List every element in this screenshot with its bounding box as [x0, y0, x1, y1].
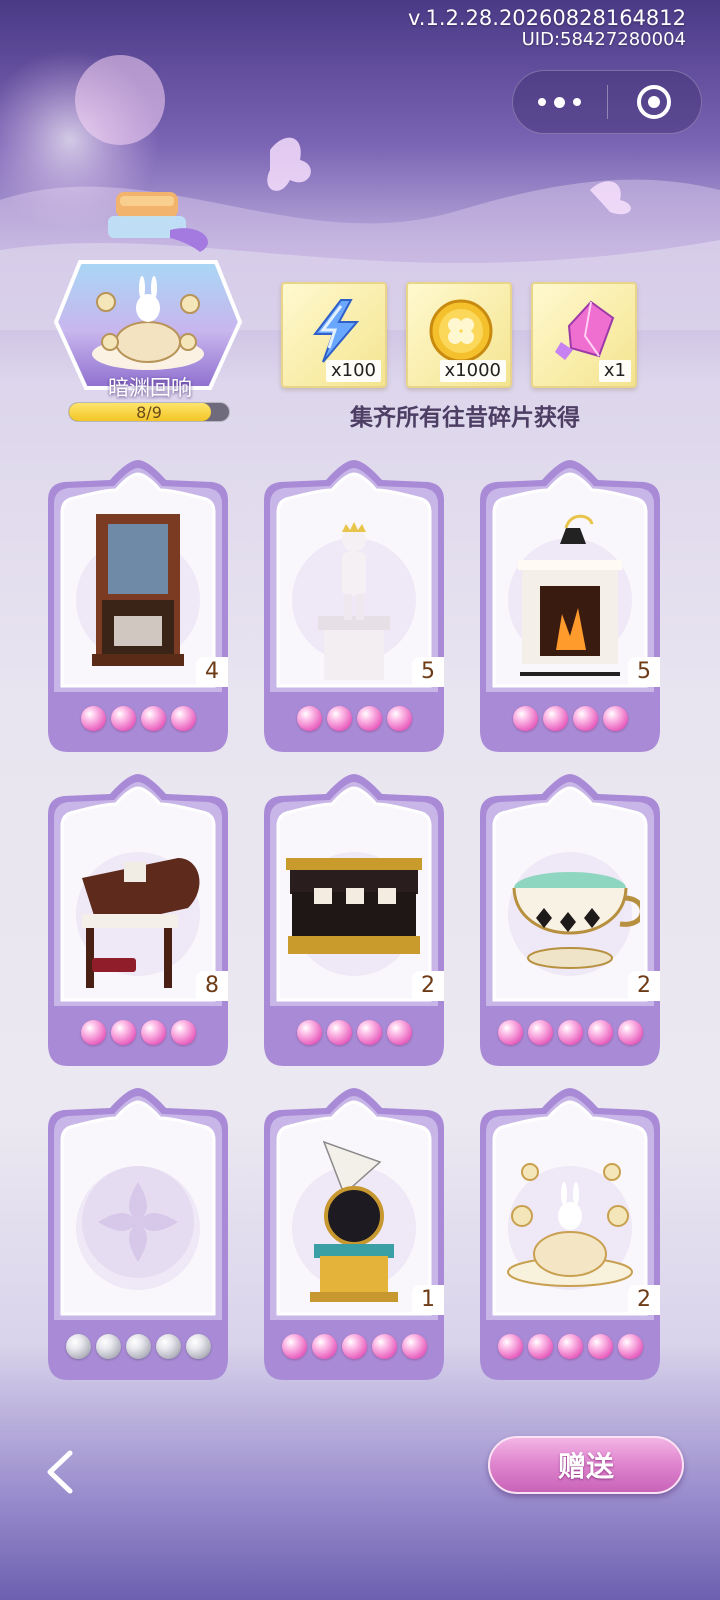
- lightning-icon: [312, 299, 360, 363]
- furniture-card-grand-piano[interactable]: 8: [44, 774, 232, 1069]
- grey-pearl-icon: [155, 1334, 181, 1359]
- collect-tip-text: 集齐所有往昔碎片获得: [350, 404, 580, 431]
- reward-qty: x1: [598, 360, 631, 382]
- uid-text: UID:58427280004: [521, 29, 686, 50]
- card-count: 5: [412, 657, 444, 687]
- card-count: 1: [412, 1285, 444, 1315]
- card-count: 4: [196, 657, 228, 687]
- furniture-card-teacup[interactable]: 2: [476, 774, 664, 1069]
- pink-pearl-icon: [170, 1020, 196, 1045]
- reward-crystal[interactable]: x1: [531, 282, 637, 388]
- pink-pearl-icon: [557, 1334, 583, 1359]
- version-info: v.1.2.28.20260828164812 UID:58427280004: [408, 6, 686, 50]
- card-pearls: [260, 706, 448, 736]
- reward-coin[interactable]: x1000: [406, 282, 512, 388]
- pink-pearl-icon: [512, 706, 538, 731]
- pink-pearl-icon: [572, 706, 598, 731]
- pink-pearl-icon: [356, 706, 382, 731]
- pink-pearl-icon: [371, 1334, 397, 1359]
- teacup-icon: [512, 872, 640, 969]
- pink-pearl-icon: [527, 1334, 553, 1359]
- gift-button[interactable]: 赠送: [488, 1436, 684, 1494]
- grey-pearl-icon: [95, 1334, 121, 1359]
- pink-pearl-icon: [296, 1020, 322, 1045]
- pink-pearl-icon: [140, 706, 166, 731]
- furniture-card-fireplace-cabinet[interactable]: 4: [44, 460, 232, 755]
- card-count: 8: [196, 971, 228, 1001]
- card-pearls: [476, 1020, 664, 1050]
- pink-pearl-icon: [527, 1020, 553, 1045]
- reward-qty: x1000: [439, 360, 506, 382]
- pink-pearl-icon: [80, 1020, 106, 1045]
- collection-progress-bar: 8/9: [68, 402, 230, 422]
- card-pearls: [44, 1334, 232, 1364]
- version-text: v.1.2.28.20260828164812: [408, 6, 686, 30]
- pink-pearl-icon: [341, 1334, 367, 1359]
- card-pearls: [476, 706, 664, 736]
- target-circle-icon[interactable]: [608, 70, 702, 134]
- pink-pearl-icon: [401, 1334, 427, 1359]
- pink-pearl-icon: [542, 706, 568, 731]
- reward-qty: x100: [325, 360, 381, 382]
- pink-pearl-icon: [587, 1334, 613, 1359]
- card-count: 2: [628, 1285, 660, 1315]
- pink-crystal-icon: [555, 300, 615, 360]
- more-dots-icon[interactable]: [513, 70, 607, 134]
- white-fireplace-icon: [518, 514, 622, 676]
- pink-pearl-icon: [110, 706, 136, 731]
- grand-piano-icon: [82, 858, 200, 988]
- card-pearls: [44, 1020, 232, 1050]
- furniture-card-prince-statue[interactable]: 5: [260, 460, 448, 755]
- furniture-card-black-sofa[interactable]: 2: [260, 774, 448, 1069]
- grey-pearl-icon: [65, 1334, 91, 1359]
- furniture-card-rabbit-teacup-carousel[interactable]: 2: [476, 1088, 664, 1383]
- gold-clover-coin-icon: [429, 299, 493, 363]
- progress-text: 8/9: [136, 403, 162, 422]
- collection-name: 暗渊回响: [108, 376, 192, 400]
- rabbit-teacup-carousel-icon: [507, 1163, 633, 1287]
- pink-pearl-icon: [617, 1334, 643, 1359]
- pink-pearl-icon: [170, 706, 196, 731]
- ship-globe-icon: [310, 1140, 398, 1302]
- grey-pearl-icon: [185, 1334, 211, 1359]
- pink-pearl-icon: [602, 706, 628, 731]
- back-chevron-icon: [47, 1450, 73, 1494]
- pink-pearl-icon: [497, 1334, 523, 1359]
- pink-pearl-icon: [326, 706, 352, 731]
- miniprogram-capsule: [512, 70, 702, 134]
- pink-pearl-icon: [326, 1020, 352, 1045]
- pink-pearl-icon: [281, 1334, 307, 1359]
- pink-pearl-icon: [296, 706, 322, 731]
- reward-lightning[interactable]: x100: [281, 282, 387, 388]
- pink-pearl-icon: [80, 706, 106, 731]
- pink-pearl-icon: [356, 1020, 382, 1045]
- furniture-card-ship-globe[interactable]: 1: [260, 1088, 448, 1383]
- pink-pearl-icon: [110, 1020, 136, 1045]
- pink-pearl-icon: [497, 1020, 523, 1045]
- card-pearls: [260, 1020, 448, 1050]
- pink-pearl-icon: [311, 1334, 337, 1359]
- pink-pearl-icon: [617, 1020, 643, 1045]
- card-pearls: [44, 706, 232, 736]
- pink-pearl-icon: [386, 1020, 412, 1045]
- fireplace-cabinet-icon: [92, 514, 184, 666]
- furniture-card-empty-slot[interactable]: [44, 1088, 232, 1383]
- back-button[interactable]: [20, 1432, 100, 1512]
- grey-pearl-icon: [125, 1334, 151, 1359]
- card-count: 5: [628, 657, 660, 687]
- card-pearls: [260, 1334, 448, 1364]
- empty-slot-icon: [82, 1166, 194, 1278]
- pink-pearl-icon: [557, 1020, 583, 1045]
- black-sofa-icon: [286, 858, 422, 954]
- card-pearls: [476, 1334, 664, 1364]
- pink-pearl-icon: [386, 706, 412, 731]
- prince-statue-icon: [318, 522, 390, 680]
- pink-pearl-icon: [140, 1020, 166, 1045]
- card-count: 2: [412, 971, 444, 1001]
- card-count: 2: [628, 971, 660, 1001]
- pink-pearl-icon: [587, 1020, 613, 1045]
- furniture-card-white-fireplace[interactable]: 5: [476, 460, 664, 755]
